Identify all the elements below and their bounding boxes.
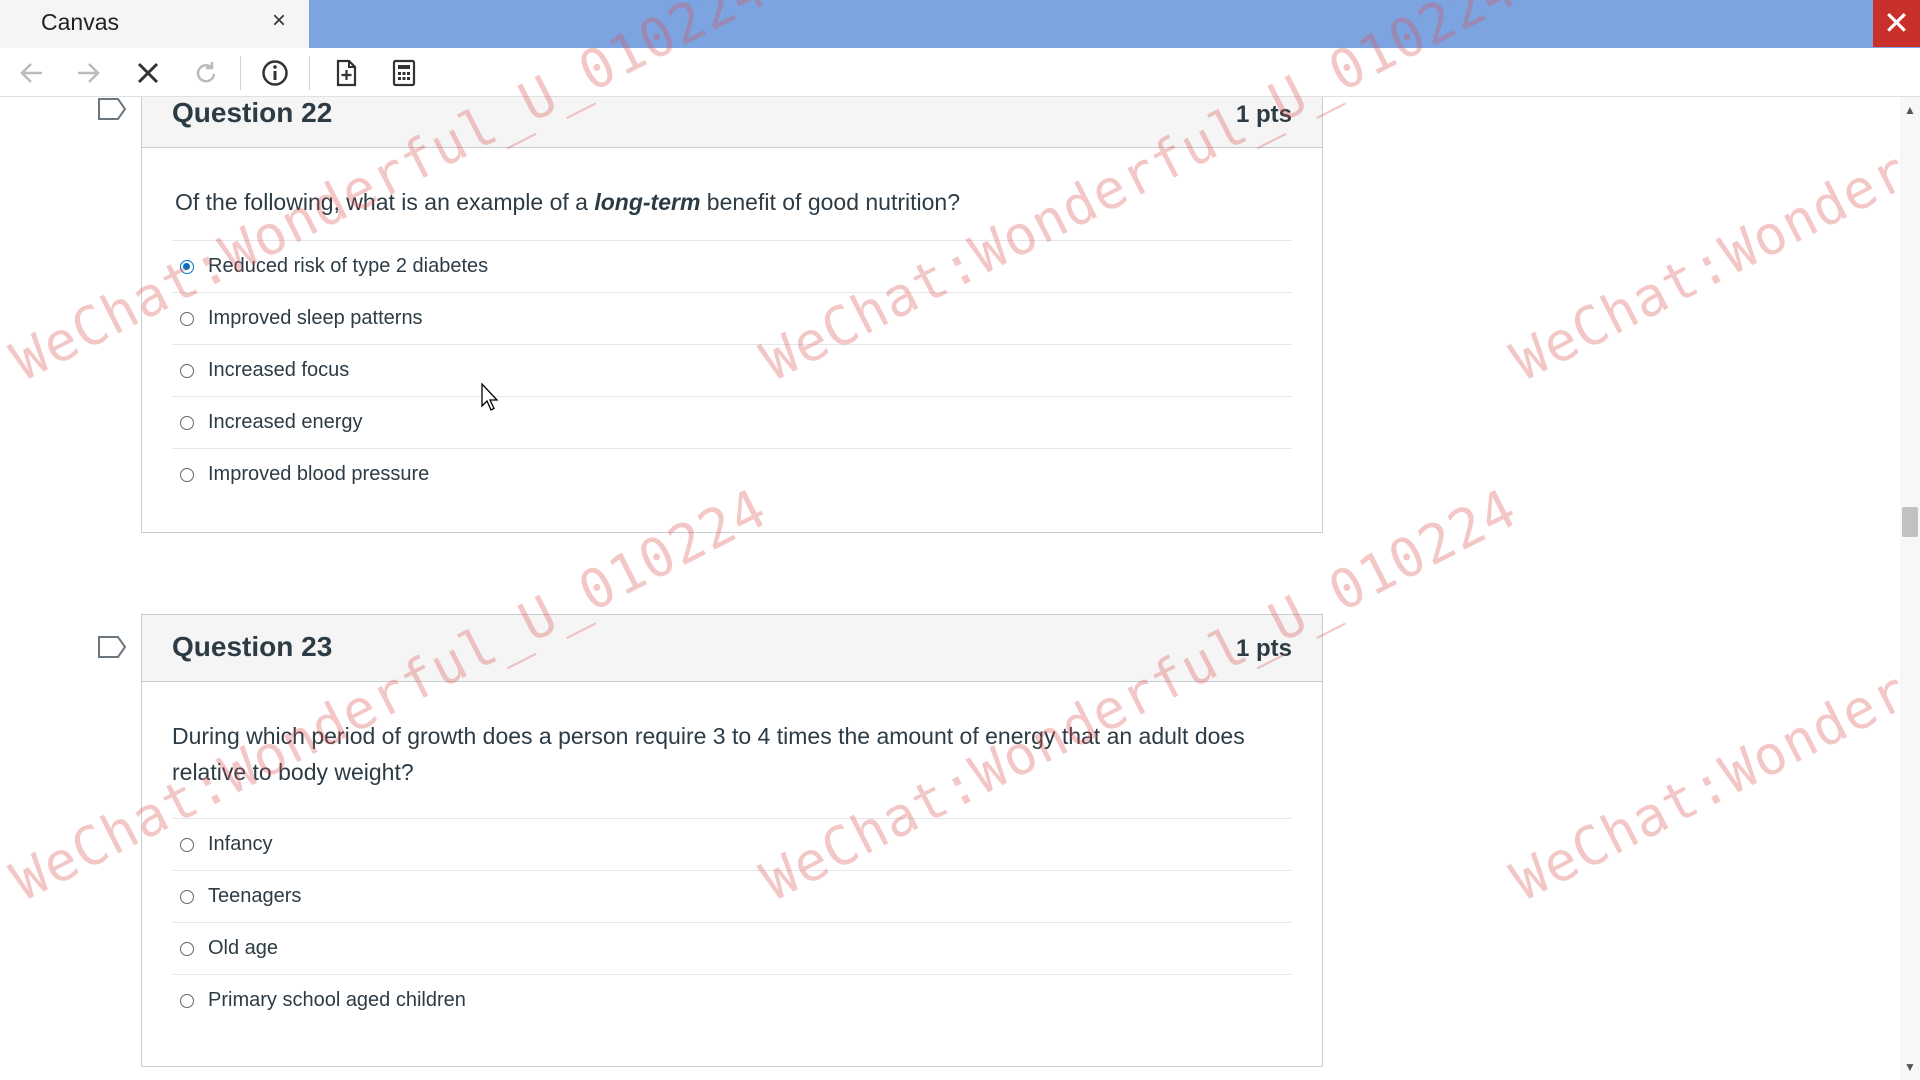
browser-tab[interactable]: Canvas × (0, 0, 309, 48)
add-page-icon[interactable] (329, 56, 363, 90)
radio-button[interactable] (180, 941, 194, 956)
radio-button[interactable] (180, 363, 194, 378)
answer-option[interactable]: Old age (172, 923, 1292, 975)
radio-button[interactable] (180, 993, 194, 1008)
toolbar-divider (309, 56, 310, 90)
flag-question-icon[interactable] (97, 97, 127, 121)
question-22: Question 22 1 pts Of the following, what… (141, 97, 1323, 533)
radio-button-selected[interactable] (180, 259, 194, 274)
question-bottom-spacer (172, 500, 1292, 532)
answer-label: Improved sleep patterns (208, 307, 423, 329)
question-points: 1 pts (1235, 101, 1292, 128)
question-body: Of the following, what is an example of … (142, 148, 1322, 532)
back-arrow-icon[interactable] (15, 56, 49, 90)
window-titlebar: Canvas × ✕ (0, 0, 1920, 48)
answer-list: Reduced risk of type 2 diabetes Improved… (172, 240, 1292, 500)
answer-label: Increased focus (208, 359, 350, 381)
question-text: Of the following, what is an example of … (175, 189, 960, 215)
tab-close-button[interactable]: × (272, 8, 286, 34)
flag-question-icon[interactable] (97, 635, 127, 659)
question-title: Question 23 (172, 631, 333, 662)
question-title: Question 22 (172, 97, 333, 128)
answer-label: Old age (208, 937, 279, 959)
answer-option[interactable]: Reduced risk of type 2 diabetes (172, 241, 1292, 293)
question-body: During which period of growth does a per… (142, 682, 1322, 1066)
vertical-scrollbar[interactable]: ▲ ▼ (1900, 97, 1920, 1080)
scrollbar-thumb[interactable] (1902, 507, 1918, 537)
scroll-up-arrow-icon[interactable]: ▲ (1900, 101, 1920, 119)
answer-label: Primary school aged children (208, 989, 466, 1011)
question-bottom-spacer (172, 1026, 1292, 1066)
question-text-emphasis: long-term (594, 189, 701, 215)
calculator-icon[interactable] (387, 56, 421, 90)
answer-option[interactable]: Increased focus (172, 345, 1292, 397)
radio-button[interactable] (180, 837, 194, 852)
question-header: Question 23 1 pts (142, 615, 1322, 682)
answer-option[interactable]: Infancy (172, 819, 1292, 871)
answer-label: Increased energy (208, 411, 363, 433)
question-points: 1 pts (1235, 635, 1292, 662)
tab-title: Canvas (41, 9, 119, 35)
browser-toolbar (0, 48, 1920, 97)
question-text: During which period of growth does a per… (172, 723, 1245, 785)
answer-option[interactable]: Primary school aged children (172, 975, 1292, 1026)
reload-icon[interactable] (189, 56, 223, 90)
radio-button[interactable] (180, 467, 194, 482)
quiz-content: Question 22 1 pts Of the following, what… (0, 97, 1900, 1080)
scroll-down-arrow-icon[interactable]: ▼ (1900, 1058, 1920, 1076)
answer-label: Reduced risk of type 2 diabetes (208, 255, 489, 277)
toolbar-divider (240, 56, 241, 90)
stop-icon[interactable] (131, 56, 165, 90)
answer-list: Infancy Teenagers Old age Primary school… (172, 818, 1292, 1026)
answer-label: Infancy (208, 833, 273, 855)
forward-arrow-icon[interactable] (71, 56, 105, 90)
info-icon[interactable] (258, 56, 292, 90)
answer-option[interactable]: Teenagers (172, 871, 1292, 923)
window-close-button[interactable]: ✕ (1873, 0, 1920, 47)
radio-button[interactable] (180, 415, 194, 430)
answer-option[interactable]: Increased energy (172, 397, 1292, 449)
answer-label: Teenagers (208, 885, 302, 907)
answer-label: Improved blood pressure (208, 463, 430, 485)
answer-option[interactable]: Improved blood pressure (172, 449, 1292, 500)
question-23: Question 23 1 pts During which period of… (141, 614, 1323, 1067)
answer-option[interactable]: Improved sleep patterns (172, 293, 1292, 345)
radio-button[interactable] (180, 311, 194, 326)
radio-button[interactable] (180, 889, 194, 904)
question-header: Question 22 1 pts (142, 97, 1322, 148)
